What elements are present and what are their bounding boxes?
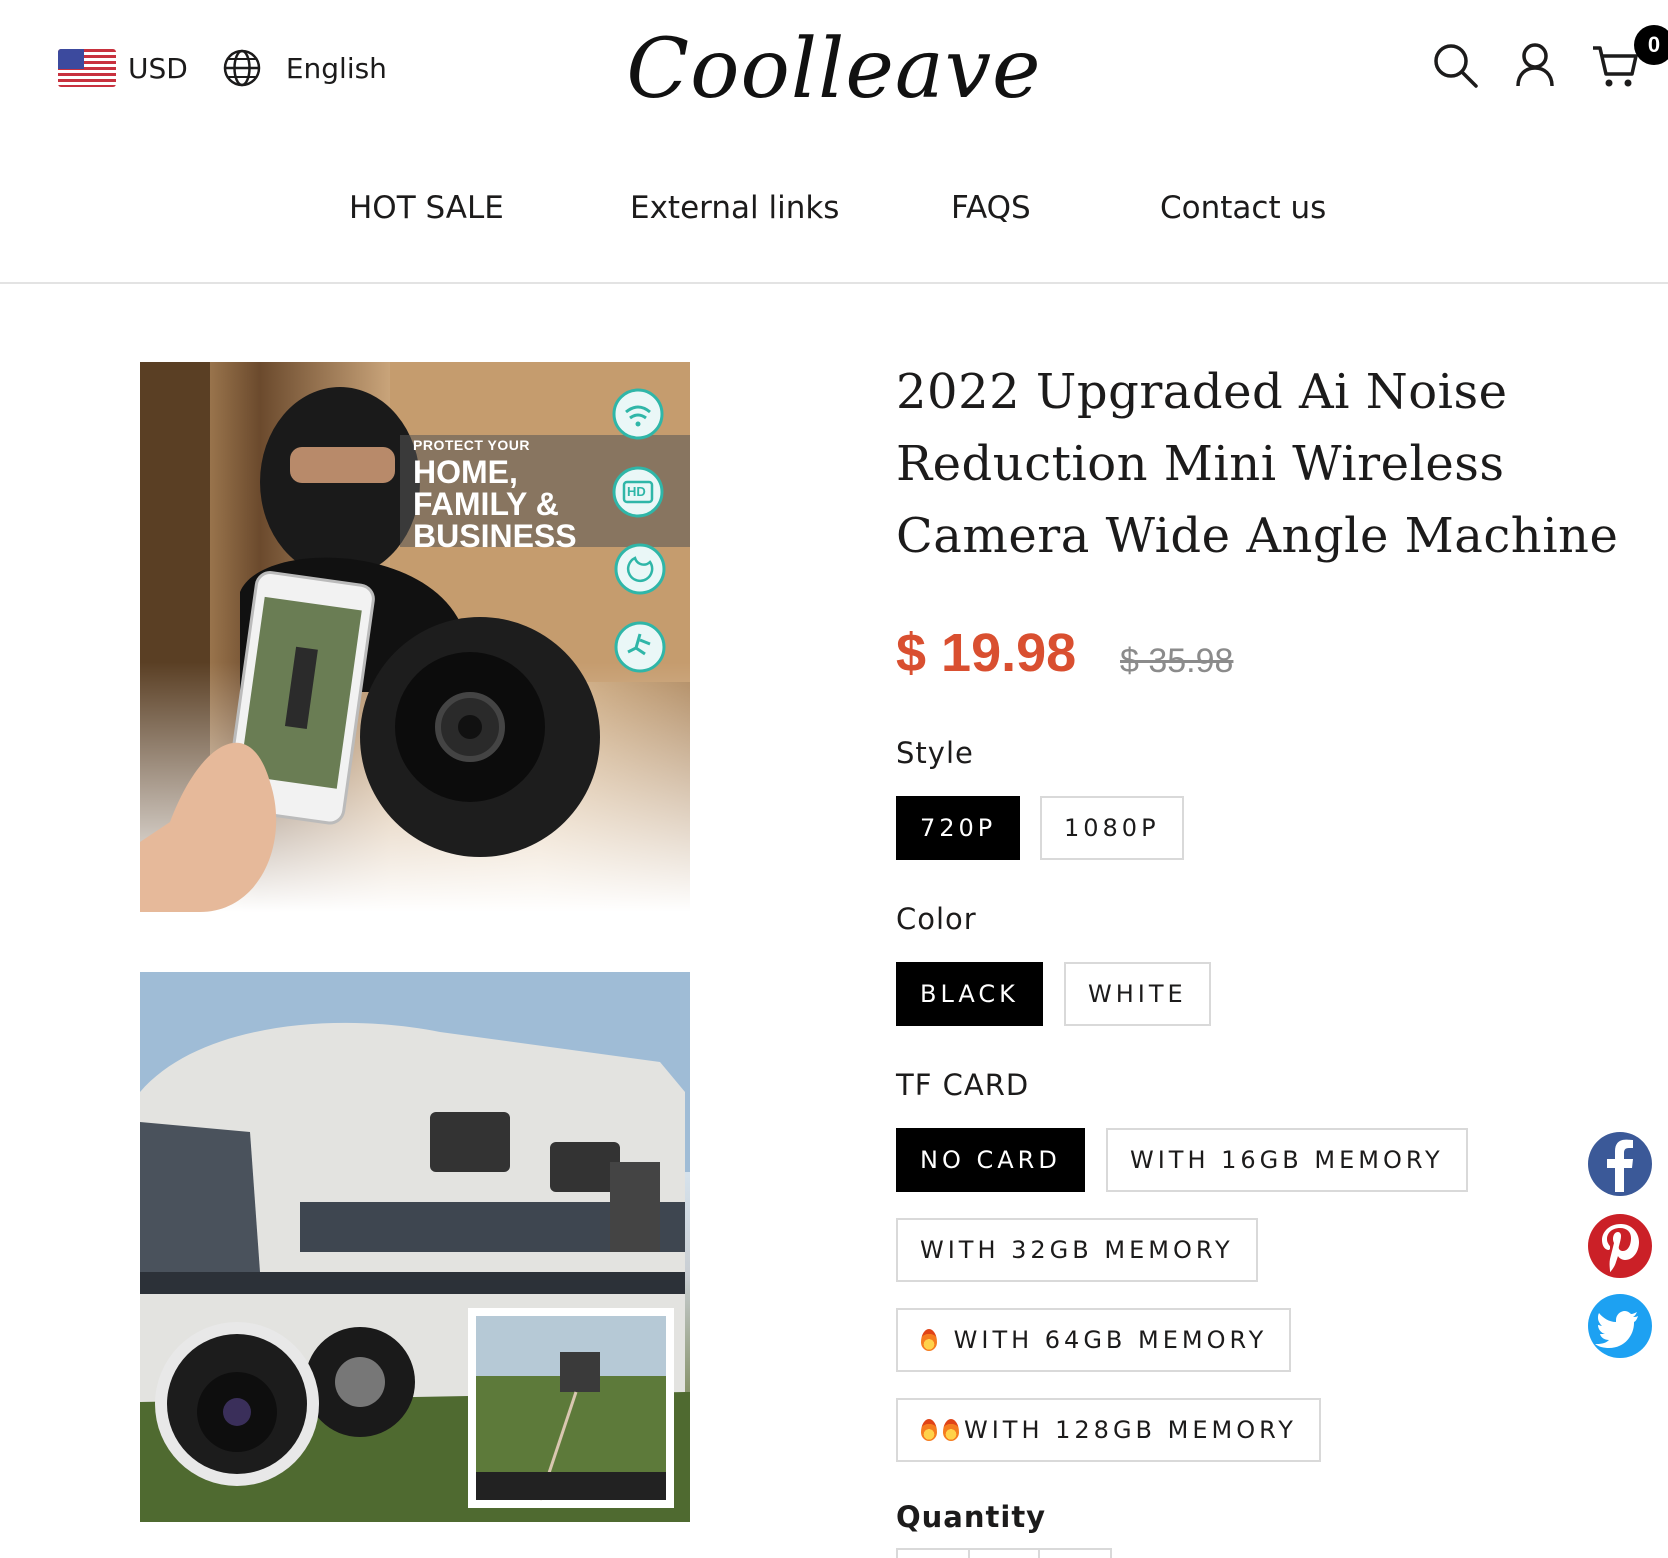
option-color-black[interactable]: BLACK bbox=[896, 962, 1043, 1026]
header-actions: 0 bbox=[1368, 25, 1668, 100]
quantity-stepper[interactable] bbox=[896, 1548, 1112, 1558]
title-line-2: Reduction Mini Wireless bbox=[896, 436, 1505, 492]
hd-icon: HD bbox=[627, 484, 646, 499]
cart-icon[interactable] bbox=[1590, 40, 1640, 90]
pinterest-share-button[interactable] bbox=[1588, 1214, 1652, 1278]
option-tf-16gb[interactable]: WITH 16GB MEMORY bbox=[1106, 1128, 1468, 1192]
option-tf-128gb-label: WITH 128GB MEMORY bbox=[964, 1416, 1297, 1444]
header-divider bbox=[0, 282, 1668, 284]
image-banner-text: PROTECT YOUR HOME, FAMILY & BUSINESS bbox=[413, 438, 577, 552]
fire-icon bbox=[920, 1327, 938, 1351]
fire-icon bbox=[920, 1417, 938, 1441]
banner-line-2: HOME, bbox=[413, 454, 518, 490]
title-line-1: 2022 Upgraded Ai Noise bbox=[896, 364, 1508, 420]
nav-external-links[interactable]: External links bbox=[630, 190, 839, 226]
quantity-label: Quantity bbox=[896, 1500, 1047, 1534]
fire-icon bbox=[942, 1417, 960, 1441]
compare-price: $ 35.98 bbox=[1120, 642, 1234, 680]
option-color-white[interactable]: WHITE bbox=[1064, 962, 1211, 1026]
title-line-3: Camera Wide Angle Machine bbox=[896, 508, 1619, 564]
option-tf-128gb[interactable]: WITH 128GB MEMORY bbox=[896, 1398, 1321, 1462]
facebook-icon bbox=[1607, 1139, 1633, 1192]
cart-count-badge: 0 bbox=[1634, 25, 1668, 65]
banner-line-4: BUSINESS bbox=[413, 518, 577, 554]
facebook-share-button[interactable] bbox=[1588, 1132, 1652, 1196]
option-tf-32gb[interactable]: WITH 32GB MEMORY bbox=[896, 1218, 1258, 1282]
option-tf-no-card[interactable]: NO CARD bbox=[896, 1128, 1085, 1192]
tf-card-label: TF CARD bbox=[896, 1068, 1030, 1102]
style-label: Style bbox=[896, 736, 974, 770]
header: USD English Coolleave 0 bbox=[0, 0, 1668, 140]
pinterest-icon bbox=[1602, 1224, 1639, 1272]
color-label: Color bbox=[896, 902, 977, 936]
option-style-720p[interactable]: 720P bbox=[896, 796, 1021, 860]
product-image-1[interactable]: PROTECT YOUR HOME, FAMILY & BUSINESS HD bbox=[140, 362, 690, 912]
search-icon[interactable] bbox=[1430, 40, 1480, 90]
option-tf-64gb-label: WITH 64GB MEMORY bbox=[953, 1326, 1268, 1354]
nav-faqs[interactable]: FAQS bbox=[951, 190, 1031, 226]
motorhome-scene bbox=[140, 972, 690, 1522]
option-tf-64gb[interactable]: WITH 64GB MEMORY bbox=[896, 1308, 1292, 1372]
product-image-2[interactable] bbox=[140, 972, 690, 1522]
sale-price: $ 19.98 bbox=[896, 623, 1077, 683]
nav-hot-sale[interactable]: HOT SALE bbox=[349, 190, 504, 226]
twitter-share-button[interactable] bbox=[1588, 1294, 1652, 1358]
banner-line-1: PROTECT YOUR bbox=[413, 437, 530, 453]
banner-line-3: FAMILY & bbox=[413, 486, 559, 522]
account-icon[interactable] bbox=[1510, 40, 1560, 90]
product-title: 2022 Upgraded Ai Noise Reduction Mini Wi… bbox=[896, 356, 1626, 572]
twitter-icon bbox=[1595, 1311, 1638, 1348]
main-nav: HOT SALE External links FAQS Contact us bbox=[0, 190, 1668, 240]
option-style-1080p[interactable]: 1080P bbox=[1040, 796, 1184, 860]
nav-contact-us[interactable]: Contact us bbox=[1160, 190, 1326, 226]
